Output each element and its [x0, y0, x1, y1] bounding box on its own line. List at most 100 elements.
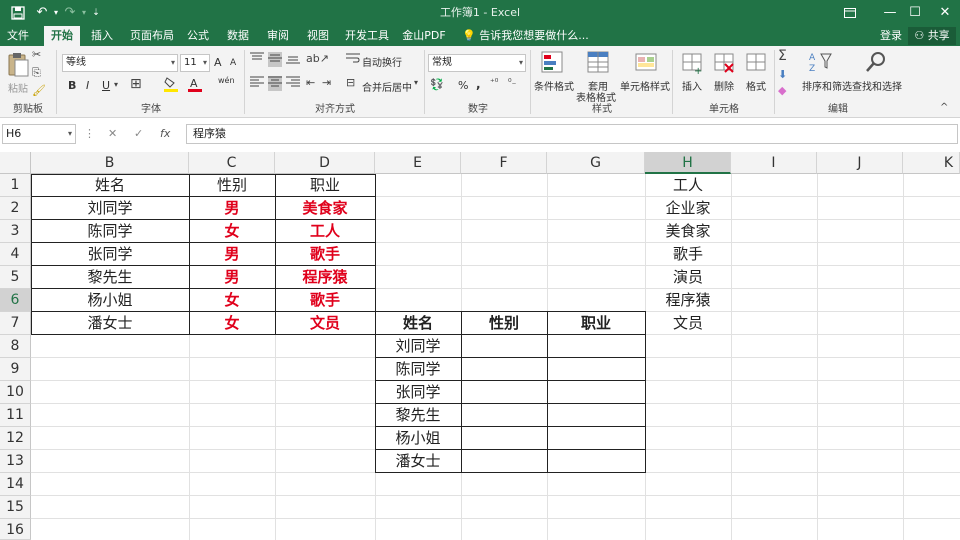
cell-d4[interactable]: 歌手 — [275, 243, 375, 266]
column-header-j[interactable]: J — [817, 152, 903, 174]
cell-c7[interactable]: 女 — [189, 312, 275, 335]
column-header-d[interactable]: D — [275, 152, 375, 174]
orientation-icon[interactable]: ab↗ — [306, 52, 329, 65]
row-header-6[interactable]: 6 — [0, 289, 31, 312]
delete-cells-icon[interactable] — [712, 50, 736, 74]
formula-input[interactable]: 程序猿 — [186, 124, 958, 144]
tab-insert[interactable]: 插入 — [88, 26, 116, 46]
conditional-format-label[interactable]: 条件格式 — [534, 78, 574, 93]
column-header-c[interactable]: C — [189, 152, 275, 174]
sort-filter-label[interactable]: 排序和筛选 — [802, 78, 852, 93]
format-cells-icon[interactable] — [744, 50, 768, 74]
select-all-corner[interactable] — [0, 152, 31, 174]
row-header-7[interactable]: 7 — [0, 312, 31, 335]
cell-b3[interactable]: 陈同学 — [31, 220, 189, 243]
font-size-select[interactable]: 11 ▾ — [180, 54, 210, 72]
cell-d3[interactable]: 工人 — [275, 220, 375, 243]
find-select-label[interactable]: 查找和选择 — [852, 78, 902, 93]
tab-review[interactable]: 审阅 — [264, 26, 292, 46]
row-header-9[interactable]: 9 — [0, 358, 31, 381]
chevron-down-icon[interactable]: ▾ — [414, 78, 418, 87]
row-header-5[interactable]: 5 — [0, 266, 31, 289]
tab-data[interactable]: 数据 — [224, 26, 252, 46]
percent-button[interactable]: % — [458, 79, 468, 92]
cell-b5[interactable]: 黎先生 — [31, 266, 189, 289]
tell-me-box[interactable]: 💡 告诉我您想要做什么... — [462, 26, 589, 46]
column-header-i[interactable]: I — [731, 152, 817, 174]
close-button[interactable]: ✕ — [925, 0, 960, 26]
customize-quick-access-icon[interactable]: ⇣ — [86, 4, 106, 22]
column-header-f[interactable]: F — [461, 152, 547, 174]
cell-c5[interactable]: 男 — [189, 266, 275, 289]
row-header-12[interactable]: 12 — [0, 427, 31, 450]
cell-b7[interactable]: 潘女士 — [31, 312, 189, 335]
cell-h3[interactable]: 美食家 — [645, 220, 731, 243]
cell-e11[interactable]: 黎先生 — [375, 404, 461, 427]
cell-e10[interactable]: 张同学 — [375, 381, 461, 404]
italic-button[interactable]: I — [86, 79, 89, 92]
worksheet-grid[interactable]: B C D E F G H I J K 1 2 3 4 5 6 7 8 9 10… — [0, 152, 960, 540]
align-center-icon[interactable] — [268, 76, 282, 91]
row-header-3[interactable]: 3 — [0, 220, 31, 243]
collapse-ribbon-icon[interactable]: ^ — [940, 102, 948, 113]
cell-b1[interactable]: 姓名 — [31, 174, 189, 197]
cell-c3[interactable]: 女 — [189, 220, 275, 243]
align-middle-icon[interactable] — [268, 52, 282, 67]
tab-home[interactable]: 开始 — [44, 26, 80, 46]
tab-developer[interactable]: 开发工具 — [342, 26, 392, 46]
cell-g7[interactable]: 职业 — [547, 312, 645, 335]
row-header-10[interactable]: 10 — [0, 381, 31, 404]
insert-cells-label[interactable]: 插入 — [682, 78, 702, 93]
row-header-8[interactable]: 8 — [0, 335, 31, 358]
cell-h2[interactable]: 企业家 — [645, 197, 731, 220]
autosum-icon[interactable]: Σ — [778, 48, 787, 64]
cell-d1[interactable]: 职业 — [275, 174, 375, 197]
borders-icon[interactable]: ⊞ — [130, 76, 142, 92]
phonetic-guide-icon[interactable]: wén — [218, 76, 235, 85]
align-bottom-icon[interactable] — [286, 52, 300, 67]
cell-d2[interactable]: 美食家 — [275, 197, 375, 220]
merge-center-label[interactable]: 合并后居中 — [362, 79, 412, 94]
format-as-table-label-2[interactable]: 表格格式 — [576, 89, 616, 104]
column-header-b[interactable]: B — [31, 152, 189, 174]
conditional-format-icon[interactable] — [540, 50, 564, 74]
cell-e9[interactable]: 陈同学 — [375, 358, 461, 381]
font-name-select[interactable]: 等线 ▾ — [62, 54, 178, 72]
cell-b2[interactable]: 刘同学 — [31, 197, 189, 220]
insert-cells-icon[interactable]: + — [680, 50, 704, 77]
cell-h6[interactable]: 程序猿 — [645, 289, 731, 312]
cell-h7[interactable]: 文员 — [645, 312, 731, 335]
column-header-e[interactable]: E — [375, 152, 461, 174]
row-header-1[interactable]: 1 — [0, 174, 31, 197]
format-painter-icon[interactable]: 🖌 — [32, 84, 46, 97]
insert-function-icon[interactable]: fx — [160, 125, 170, 143]
cell-e13[interactable]: 潘女士 — [375, 450, 461, 473]
comma-button[interactable]: , — [476, 77, 481, 91]
wrap-text-icon[interactable] — [346, 52, 360, 67]
delete-cells-label[interactable]: 删除 — [714, 78, 734, 93]
cut-icon[interactable]: ✂ — [32, 48, 41, 61]
row-header-14[interactable]: 14 — [0, 473, 31, 496]
save-icon[interactable] — [8, 4, 28, 22]
format-cells-label[interactable]: 格式 — [746, 78, 766, 93]
cell-c2[interactable]: 男 — [189, 197, 275, 220]
cell-styles-label[interactable]: 单元格样式 — [620, 78, 670, 93]
clear-icon[interactable]: ◆ — [778, 84, 786, 97]
decrease-font-icon[interactable]: A — [230, 58, 236, 68]
increase-indent-icon[interactable]: ⇥ — [322, 76, 331, 89]
bold-button[interactable]: B — [68, 79, 76, 92]
copy-icon[interactable]: ⎘ — [32, 66, 41, 80]
row-header-4[interactable]: 4 — [0, 243, 31, 266]
increase-decimal-icon[interactable]: ⁺⁰ — [490, 78, 498, 88]
share-button[interactable]: ⚇ 共享 — [908, 27, 956, 45]
cell-d7[interactable]: 文员 — [275, 312, 375, 335]
underline-button[interactable]: U — [102, 79, 110, 92]
cell-e12[interactable]: 杨小姐 — [375, 427, 461, 450]
row-header-16[interactable]: 16 — [0, 519, 31, 540]
column-header-g[interactable]: G — [547, 152, 645, 174]
decrease-decimal-icon[interactable]: ⁰₋ — [508, 78, 516, 88]
row-header-11[interactable]: 11 — [0, 404, 31, 427]
cell-h5[interactable]: 演员 — [645, 266, 731, 289]
paste-icon[interactable] — [6, 52, 30, 77]
cell-b6[interactable]: 杨小姐 — [31, 289, 189, 312]
